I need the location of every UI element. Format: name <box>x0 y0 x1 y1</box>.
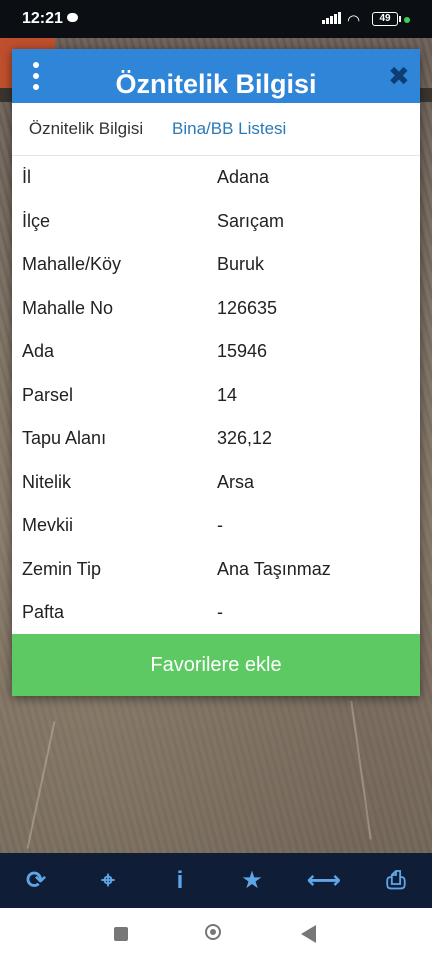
row-value: - <box>217 602 223 622</box>
tab-building-list[interactable]: Bina/BB Listesi <box>160 103 420 155</box>
close-icon[interactable]: ✖ <box>388 63 410 89</box>
status-time: 12:21 <box>22 10 63 27</box>
locate-icon[interactable]: ⌖ <box>72 853 144 908</box>
attribute-dialog: Öznitelik Bilgisi ✖ Öznitelik Bilgisi Bi… <box>12 49 420 696</box>
info-icon[interactable]: i <box>144 853 216 908</box>
table-row: Mahalle/Köy Buruk <box>12 243 420 287</box>
table-row: Nitelik Arsa <box>12 461 420 505</box>
row-key: Mahalle/Köy <box>22 254 122 274</box>
row-key: Pafta <box>22 602 65 622</box>
table-row: Mevkii - <box>12 504 420 548</box>
row-value: Adana <box>217 167 270 187</box>
row-key: Mahalle No <box>22 297 114 318</box>
table-row: Pafta - <box>12 591 420 635</box>
table-row: Mahalle No 126635 <box>12 287 420 331</box>
print-icon[interactable]: ⎙ <box>360 853 432 908</box>
row-value: - <box>217 515 223 535</box>
recents-button[interactable] <box>114 927 128 941</box>
tab-bar: Öznitelik Bilgisi Bina/BB Listesi <box>12 103 420 156</box>
row-value: 15946 <box>217 341 268 361</box>
chat-notification-icon <box>67 13 78 22</box>
row-key: Parsel <box>22 384 74 405</box>
attribute-table: İl Adana İlçe Sarıçam Mahalle/Köy Buruk … <box>12 156 420 635</box>
table-row: Tapu Alanı 326,12 <box>12 417 420 461</box>
status-bar: 12:21 ◠ 49 <box>0 0 432 38</box>
row-key: Ada <box>22 341 55 361</box>
row-key: İlçe <box>22 210 51 231</box>
table-row: İlçe Sarıçam <box>12 200 420 244</box>
row-value: 14 <box>217 384 238 405</box>
row-key: Zemin Tip <box>22 558 102 579</box>
dialog-header: Öznitelik Bilgisi ✖ <box>12 49 420 103</box>
row-value: Arsa <box>217 471 255 492</box>
row-value: Buruk <box>217 254 265 274</box>
home-button[interactable] <box>205 924 221 940</box>
refresh-icon[interactable]: ⟳ <box>0 853 72 908</box>
bottom-toolbar: ⟳ ⌖ i ★ ⟷ ⎙ <box>0 853 432 908</box>
row-key: Mevkii <box>22 515 74 535</box>
signal-icon <box>322 12 341 24</box>
dialog-title: Öznitelik Bilgisi <box>115 69 317 99</box>
row-key: İl <box>22 167 31 187</box>
system-nav-bar <box>0 908 432 960</box>
row-value: Ana Taşınmaz <box>217 558 331 579</box>
table-row: Zemin Tip Ana Taşınmaz <box>12 548 420 592</box>
row-key: Nitelik <box>22 471 72 492</box>
table-row: Ada 15946 <box>12 330 420 374</box>
tab-attribute-info[interactable]: Öznitelik Bilgisi <box>12 103 160 155</box>
measure-icon[interactable]: ⟷ <box>288 853 360 908</box>
row-value: 326,12 <box>217 428 273 448</box>
wifi-icon: ◠ <box>347 12 361 29</box>
battery-icon: 49 <box>372 12 401 26</box>
back-button[interactable] <box>301 925 316 943</box>
row-value: Sarıçam <box>217 210 285 231</box>
add-favorite-button[interactable]: Favorilere ekle <box>12 634 420 696</box>
row-value: 126635 <box>217 297 278 318</box>
star-icon[interactable]: ★ <box>216 853 288 908</box>
camera-indicator-dot <box>404 17 410 23</box>
table-row: Parsel 14 <box>12 374 420 418</box>
row-key: Tapu Alanı <box>22 428 107 448</box>
table-row: İl Adana <box>12 156 420 200</box>
